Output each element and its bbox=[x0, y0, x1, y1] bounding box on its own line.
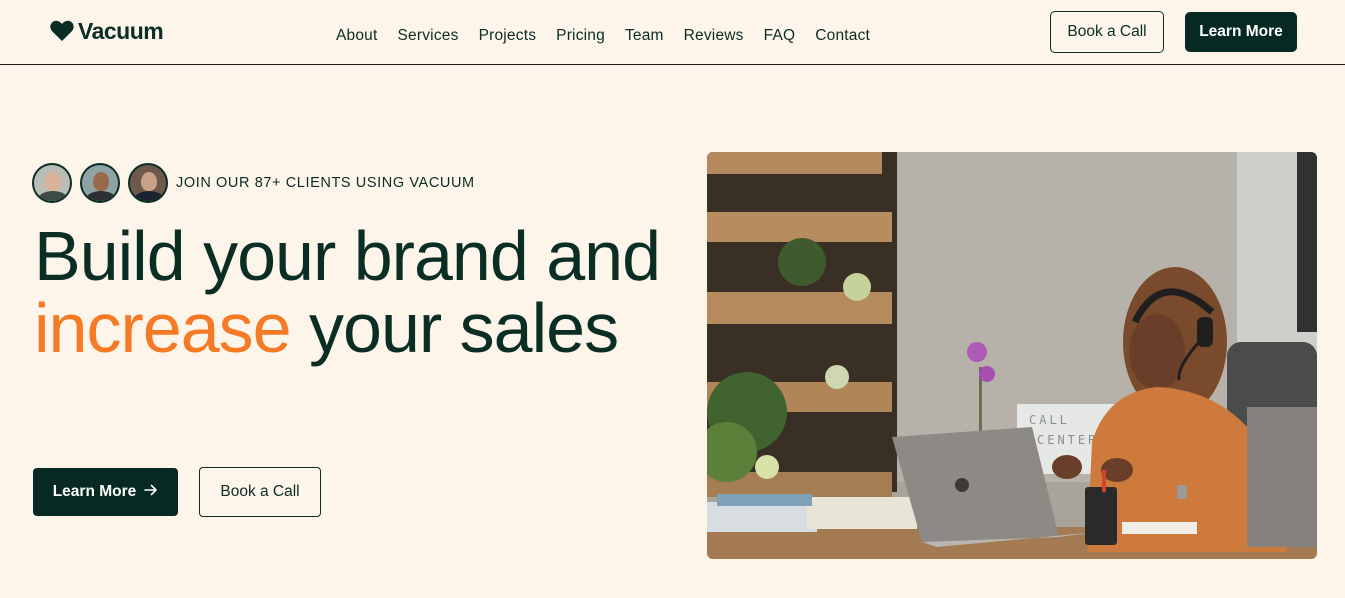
header-learn-more-button[interactable]: Learn More bbox=[1185, 12, 1297, 52]
nav-about[interactable]: About bbox=[336, 27, 378, 45]
hero-image: CALL CENTER bbox=[707, 152, 1317, 559]
nav-contact[interactable]: Contact bbox=[815, 27, 870, 45]
photo-sign-text: CALL bbox=[1029, 413, 1070, 427]
clients-prefix: JOIN OUR 87+ CLIENTS USING bbox=[176, 175, 405, 191]
headline-accent: increase bbox=[34, 289, 292, 367]
client-avatar bbox=[32, 163, 72, 203]
brand-name: Vacuum bbox=[78, 17, 164, 44]
headline-part2: your sales bbox=[309, 289, 619, 367]
hero-learn-more-label: Learn More bbox=[52, 483, 137, 500]
clients-brand: VACUUM bbox=[409, 175, 475, 191]
clients-text: JOIN OUR 87+ CLIENTS USING VACUUM bbox=[176, 175, 475, 191]
heart-icon bbox=[50, 20, 74, 42]
svg-text:CENTER: CENTER bbox=[1037, 433, 1098, 447]
arrow-right-icon bbox=[144, 483, 158, 501]
client-proof: JOIN OUR 87+ CLIENTS USING VACUUM bbox=[32, 163, 475, 203]
client-avatar bbox=[80, 163, 120, 203]
headline-part1: Build your brand and bbox=[34, 217, 661, 295]
hero-headline: Build your brand and increase your sales bbox=[34, 220, 674, 364]
nav-reviews[interactable]: Reviews bbox=[684, 27, 744, 45]
nav-faq[interactable]: FAQ bbox=[764, 27, 796, 45]
nav-team[interactable]: Team bbox=[625, 27, 664, 45]
hero-learn-more-button[interactable]: Learn More bbox=[33, 468, 178, 516]
site-header: Vacuum About Services Projects Pricing T… bbox=[0, 0, 1345, 65]
nav-pricing[interactable]: Pricing bbox=[556, 27, 605, 45]
brand-logo[interactable]: Vacuum bbox=[50, 17, 164, 45]
hero-book-call-button[interactable]: Book a Call bbox=[199, 467, 321, 517]
nav-projects[interactable]: Projects bbox=[479, 27, 537, 45]
nav-services[interactable]: Services bbox=[398, 27, 459, 45]
main-nav: About Services Projects Pricing Team Rev… bbox=[336, 26, 870, 46]
header-book-call-button[interactable]: Book a Call bbox=[1050, 11, 1164, 53]
client-avatar bbox=[128, 163, 168, 203]
